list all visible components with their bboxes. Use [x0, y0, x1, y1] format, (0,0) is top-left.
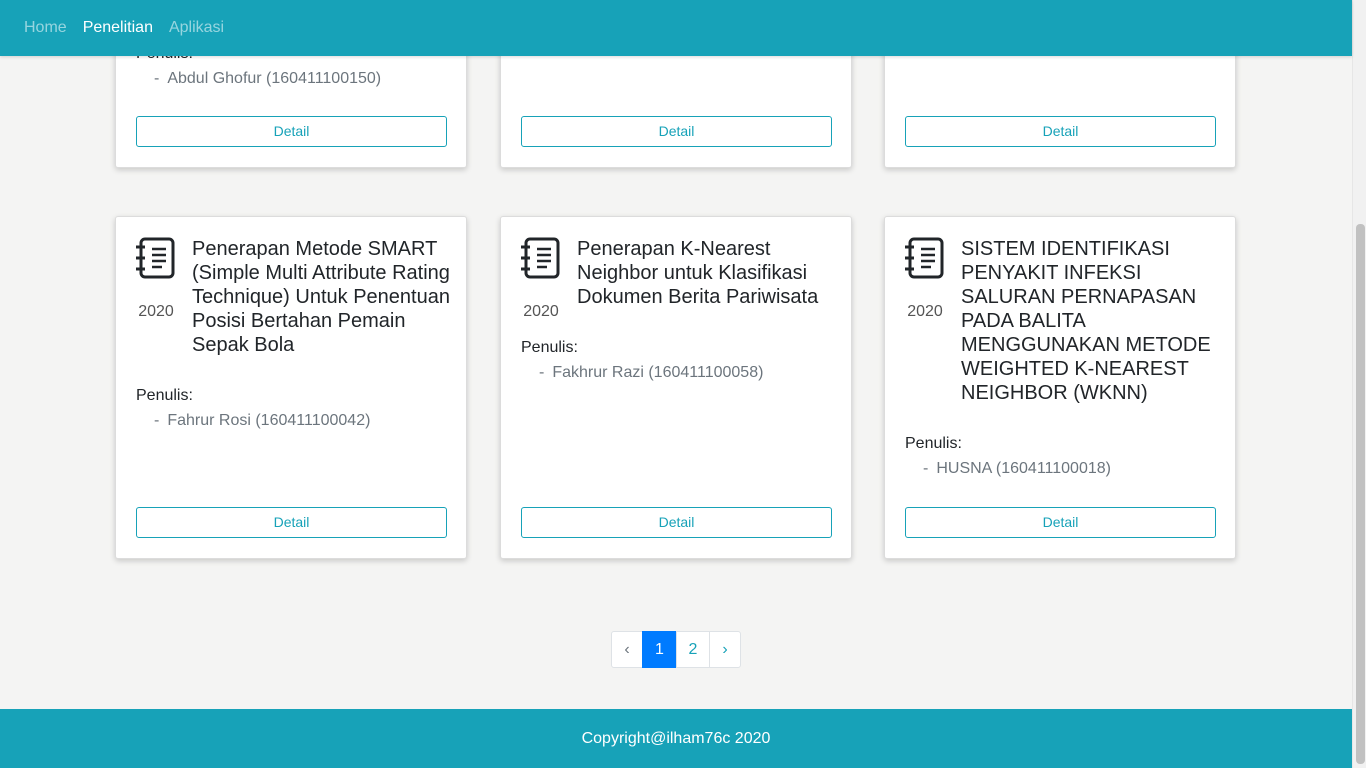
penulis-label: Penulis: [521, 339, 578, 356]
detail-button[interactable]: Detail [905, 116, 1216, 147]
page-scrollbar[interactable] [1352, 0, 1366, 768]
nav-penelitian[interactable]: Penelitian [83, 19, 153, 37]
nav-aplikasi[interactable]: Aplikasi [169, 19, 224, 37]
author-item: - Abdul Ghofur (160411100150) [154, 70, 382, 87]
detail-button[interactable]: Detail [521, 116, 832, 147]
nav-home[interactable]: Home [24, 19, 67, 37]
author-item: - HUSNA (160411100018) [923, 460, 1111, 477]
pagination: ‹ 1 2 › [611, 631, 741, 668]
author-name: Abdul Ghofur (160411100150) [167, 70, 382, 87]
research-card: 2020 Penerapan K-Nearest Neighbor untuk … [500, 216, 852, 559]
footer: Copyright@ilham76c 2020 [0, 709, 1352, 768]
author-item: - Fakhrur Razi (160411100058) [539, 364, 764, 381]
notebook-icon [136, 237, 175, 279]
detail-button[interactable]: Detail [521, 507, 832, 538]
notebook-icon [905, 237, 944, 279]
card-title[interactable]: Penerapan Metode SMART (Simple Multi Att… [192, 237, 450, 357]
copyright-text: Copyright@ilham76c 2020 [581, 729, 771, 747]
year-label: 2020 [523, 303, 559, 320]
detail-button[interactable]: Detail [136, 116, 447, 147]
author-name: Fakhrur Razi (160411100058) [552, 364, 764, 381]
penulis-label: Penulis: [136, 387, 193, 404]
scrollbar-thumb[interactable] [1356, 224, 1365, 764]
year-label: 2020 [907, 303, 943, 320]
research-card: 2020 Penerapan Metode SMART (Simple Mult… [115, 216, 467, 559]
research-card: 2020 SISTEM IDENTIFIKASI PENYAKIT INFEKS… [884, 216, 1236, 559]
author-name: Fahrur Rosi (160411100042) [167, 412, 371, 429]
card-title[interactable]: Penerapan K-Nearest Neighbor untuk Klasi… [577, 237, 835, 309]
notebook-icon [521, 237, 560, 279]
detail-button[interactable]: Detail [136, 507, 447, 538]
page-1-button[interactable]: 1 [642, 631, 677, 668]
penulis-label: Penulis: [905, 435, 962, 452]
year-label: 2020 [138, 303, 174, 320]
author-item: - Fahrur Rosi (160411100042) [154, 412, 371, 429]
author-name: HUSNA (160411100018) [936, 460, 1111, 477]
page-prev-button[interactable]: ‹ [611, 631, 643, 668]
page-next-button[interactable]: › [709, 631, 741, 668]
page-2-button[interactable]: 2 [676, 631, 710, 668]
card-title[interactable]: SISTEM IDENTIFIKASI PENYAKIT INFEKSI SAL… [961, 237, 1219, 405]
detail-button[interactable]: Detail [905, 507, 1216, 538]
navbar: Home Penelitian Aplikasi [0, 0, 1352, 56]
